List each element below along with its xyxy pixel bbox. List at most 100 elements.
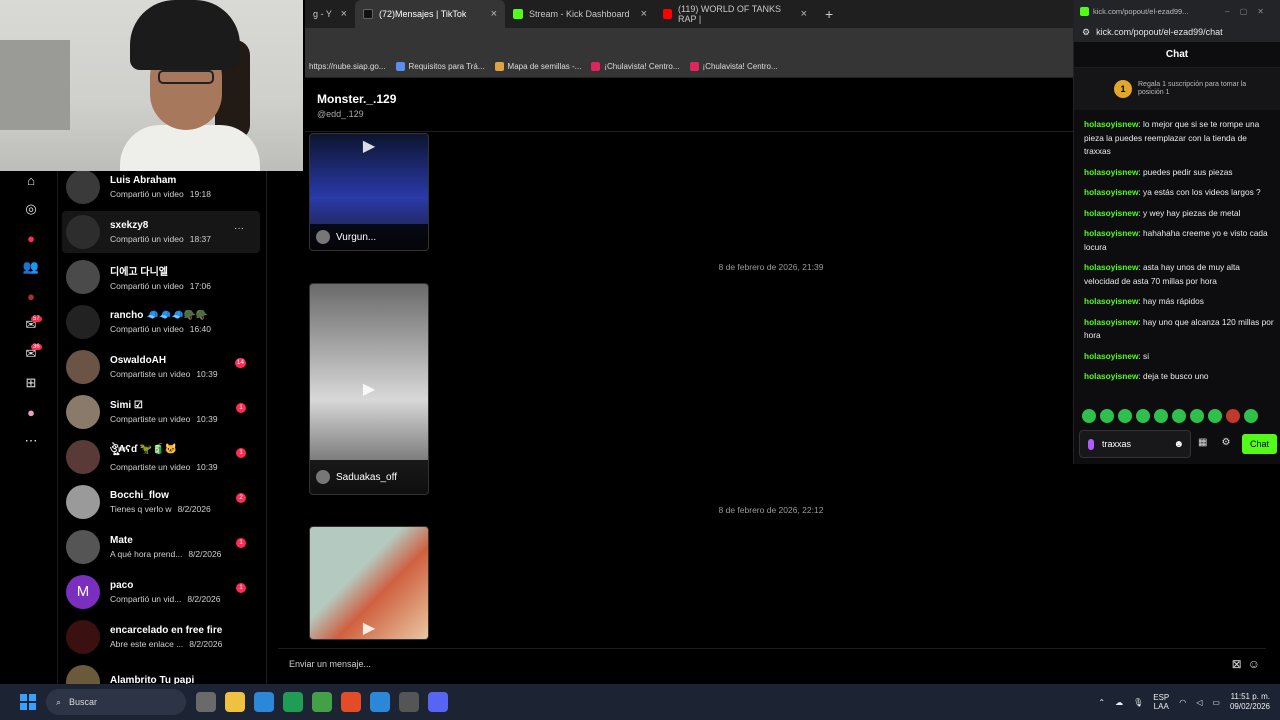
battery-icon[interactable]: ▭ <box>1212 698 1220 707</box>
emote-icon[interactable] <box>1208 409 1222 423</box>
taskbar-app-icon[interactable] <box>254 692 274 712</box>
kick-chat-input[interactable]: traxxas ☻ <box>1079 430 1191 458</box>
conversation-item[interactable]: ঔৣ₳ʕɗ 🦖🧃🐱 Compartiste un video 10:39 1 <box>62 436 260 478</box>
taskbar-app-icon[interactable] <box>428 692 448 712</box>
site-settings-icon[interactable]: ⚙ <box>1082 27 1090 38</box>
shared-video-3[interactable]: ▶ <box>309 526 429 640</box>
mic-icon[interactable]: 🎙 <box>1133 698 1143 707</box>
wifi-icon[interactable]: ◠ <box>1179 698 1186 707</box>
taskbar-app-icon[interactable] <box>399 692 419 712</box>
browser-tab-kick[interactable]: Stream - Kick Dashboard × <box>505 0 655 28</box>
conversation-name: Alambrito Tu papi <box>110 675 195 684</box>
upload-icon[interactable]: ⊞ <box>22 374 40 392</box>
message-composer[interactable]: Enviar un mensaje... ⊠ ☺ <box>278 648 1266 676</box>
shared-video-1[interactable]: ▶ Vurgun... <box>309 133 429 251</box>
more-icon[interactable]: ⋯ <box>22 432 40 450</box>
chat-username[interactable]: holasoyisnew <box>1084 228 1138 238</box>
emote-icon[interactable] <box>1190 409 1204 423</box>
profile-icon[interactable]: ● <box>22 403 40 421</box>
emote-icon[interactable] <box>1244 409 1258 423</box>
kick-window-url: kick.com/popout/el-ezad99... <box>1093 6 1189 16</box>
taskbar-app-icon[interactable] <box>312 692 332 712</box>
store-icon[interactable]: ▦ <box>1198 437 1207 448</box>
image-icon[interactable]: ⊠ <box>1232 657 1242 671</box>
bookmark-icon <box>591 62 601 71</box>
emoji-icon[interactable]: ☺ <box>1248 657 1260 671</box>
clock-date: 09/02/2026 <box>1229 702 1270 711</box>
friends-icon[interactable]: 👥 <box>22 258 40 276</box>
taskbar-app-icon[interactable] <box>341 692 361 712</box>
conversation-item[interactable]: Alambrito Tu papi <box>62 661 260 684</box>
lang[interactable]: ESP LAA <box>1153 693 1169 711</box>
conversation-item[interactable]: rancho 🧢🧢🧢🪖🪖 Compartió un video 16:40 <box>62 301 260 343</box>
taskbar-app-icon[interactable] <box>196 692 216 712</box>
send-chat-button[interactable]: Chat <box>1242 434 1277 454</box>
chat-username[interactable]: holasoyisnew <box>1084 351 1138 361</box>
browser-tab-tiktok[interactable]: (72)Mensajes | TikTok × <box>355 0 505 28</box>
close-tab-icon[interactable]: × <box>801 8 807 20</box>
chat-username[interactable]: holasoyisnew <box>1084 371 1138 381</box>
taskbar-search[interactable]: ⌕ Buscar <box>46 689 186 715</box>
taskbar-app-icon[interactable] <box>225 692 245 712</box>
conversation-item[interactable]: 디에고 다니엘 Compartió un video 17:06 <box>62 256 260 298</box>
browser-tab-0[interactable]: g - Y × <box>305 0 355 28</box>
conversation-item[interactable]: Bocchi_flow Tienes q verlo w 8/2/2026 2 <box>62 481 260 523</box>
windows-start-icon[interactable] <box>20 694 36 710</box>
clock[interactable]: 11:51 p. m. 09/02/2026 <box>1230 692 1270 712</box>
chat-username[interactable]: holasoyisnew <box>1084 317 1138 327</box>
taskbar-app-icon[interactable] <box>283 692 303 712</box>
emote-icon[interactable] <box>1100 409 1114 423</box>
live-icon[interactable]: ● <box>22 229 40 247</box>
list-divider <box>266 171 267 684</box>
settings-icon[interactable]: ⚙ <box>1221 437 1230 448</box>
bookmark-3[interactable]: ¡Chulavista! Centro... <box>591 62 680 71</box>
close-tab-icon[interactable]: × <box>491 8 497 20</box>
sub-goal-banner[interactable]: 1 Regala 1 suscripción para tomar la pos… <box>1074 68 1280 110</box>
conversation-item[interactable]: encarcelado en free fire Abre este enlace… <box>62 616 260 658</box>
home-icon[interactable]: ⌂ <box>22 171 40 189</box>
bookmark-2[interactable]: Mapa de semillas -... <box>494 62 581 71</box>
chat-username[interactable]: holasoyisnew <box>1084 262 1138 272</box>
emote-icon[interactable] <box>1154 409 1168 423</box>
chat-contact-name[interactable]: Monster._.129 <box>317 92 396 106</box>
bookmark-1[interactable]: Requisitos para Trá... <box>395 62 485 71</box>
emote-icon[interactable] <box>1136 409 1150 423</box>
more-options-icon[interactable]: ··· <box>234 223 244 234</box>
browser-tab-youtube[interactable]: (119) WORLD OF TANKS RAP | × <box>655 0 815 28</box>
cloud-icon[interactable]: ☁ <box>1115 698 1123 707</box>
close-tab-icon[interactable]: × <box>341 8 347 20</box>
new-tab-button[interactable]: + <box>815 6 843 22</box>
chat-message: holasoyisnew: y wey hay piezas de metal <box>1084 207 1241 218</box>
bookmark-4[interactable]: ¡Chulavista! Centro... <box>689 62 778 71</box>
conversation-item[interactable]: Mate A qué hora prend... 8/2/2026 1 <box>62 526 260 568</box>
conversation-item[interactable]: Mpaco Compartió un vid... 8/2/2026 1 <box>62 571 260 613</box>
kick-input-value[interactable]: traxxas <box>1102 439 1131 449</box>
window-controls[interactable]: –▢✕ <box>1225 7 1274 16</box>
conversation-item[interactable]: Luis Abraham Compartió un video 19:18 <box>62 171 260 208</box>
chat-username[interactable]: holasoyisnew <box>1084 187 1138 197</box>
conversation-item[interactable]: Simi ☑ Compartiste un video 10:39 1 <box>62 391 260 433</box>
emote-icon[interactable] <box>1082 409 1096 423</box>
conversation-item[interactable]: OswaldoAH Compartiste un video 10:39 14 <box>62 346 260 388</box>
explore-icon[interactable]: ◎ <box>22 200 40 218</box>
close-tab-icon[interactable]: × <box>641 8 647 20</box>
chat-header: Monster._.129 @edd_.129 <box>305 78 1073 132</box>
chat-username[interactable]: holasoyisnew <box>1084 119 1138 129</box>
emoji-icon[interactable]: ☻ <box>1173 439 1184 450</box>
chat-username[interactable]: holasoyisnew <box>1084 208 1138 218</box>
chat-username[interactable]: holasoyisnew <box>1084 167 1138 177</box>
chat-username[interactable]: holasoyisnew <box>1084 296 1138 306</box>
conversation-item[interactable]: sxekzy8 Compartió un video 18:37 ··· <box>62 211 260 253</box>
address-bar[interactable] <box>305 28 1073 56</box>
taskbar-app-icon[interactable] <box>370 692 390 712</box>
activity-icon[interactable]: ● <box>22 287 40 305</box>
bookmark-0[interactable]: https://nube.siap.go... <box>309 62 386 71</box>
message-input[interactable]: Enviar un mensaje... <box>289 659 371 669</box>
emote-icon[interactable] <box>1226 409 1240 423</box>
tab-title: (72)Mensajes | TikTok <box>379 9 467 19</box>
volume-icon[interactable]: ◁ <box>1196 698 1202 707</box>
shared-video-2[interactable]: ▶ Saduakas_off <box>309 283 429 495</box>
emote-icon[interactable] <box>1172 409 1186 423</box>
chevron-up-icon[interactable]: ⌃ <box>1098 698 1105 707</box>
emote-icon[interactable] <box>1118 409 1132 423</box>
